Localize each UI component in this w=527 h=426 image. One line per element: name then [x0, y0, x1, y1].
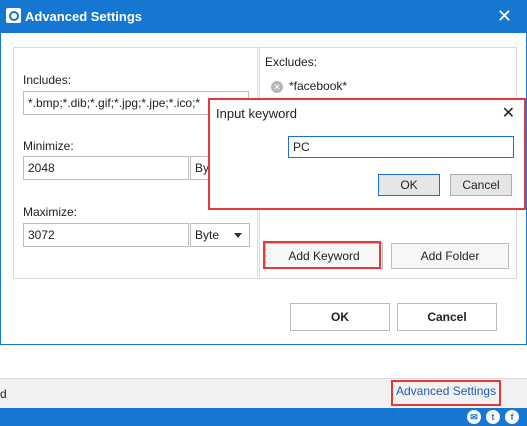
- exclude-item: ✕ *facebook*: [271, 77, 347, 95]
- ok-button[interactable]: OK: [290, 303, 390, 331]
- maximize-unit-select[interactable]: Byte: [190, 223, 250, 247]
- app-icon: [6, 8, 21, 23]
- title-bar: Advanced Settings ✕: [1, 1, 526, 33]
- minimize-label: Minimize:: [23, 139, 74, 153]
- keyword-dialog-highlight: [208, 98, 526, 210]
- maximize-unit-value: Byte: [195, 228, 220, 242]
- facebook-icon[interactable]: f: [505, 410, 519, 424]
- exclude-item-label: *facebook*: [289, 79, 348, 93]
- includes-label: Includes:: [23, 73, 72, 87]
- add-folder-button[interactable]: Add Folder: [391, 243, 509, 269]
- window-title: Advanced Settings: [25, 9, 143, 24]
- footer-bar: ✉ t f: [0, 408, 527, 426]
- twitter-icon[interactable]: t: [486, 410, 500, 424]
- cancel-button[interactable]: Cancel: [397, 303, 497, 331]
- minimize-input[interactable]: 2048: [23, 156, 189, 180]
- excludes-label: Excludes:: [265, 55, 318, 69]
- maximize-label: Maximize:: [23, 205, 78, 219]
- status-fragment: d: [0, 387, 7, 401]
- remove-icon[interactable]: ✕: [271, 80, 283, 93]
- mail-icon[interactable]: ✉: [467, 410, 481, 424]
- advanced-settings-highlight: [391, 380, 501, 406]
- chevron-down-icon: [234, 233, 242, 238]
- maximize-input[interactable]: 3072: [23, 223, 189, 247]
- close-icon[interactable]: ✕: [497, 7, 512, 25]
- add-keyword-highlight: [263, 241, 381, 269]
